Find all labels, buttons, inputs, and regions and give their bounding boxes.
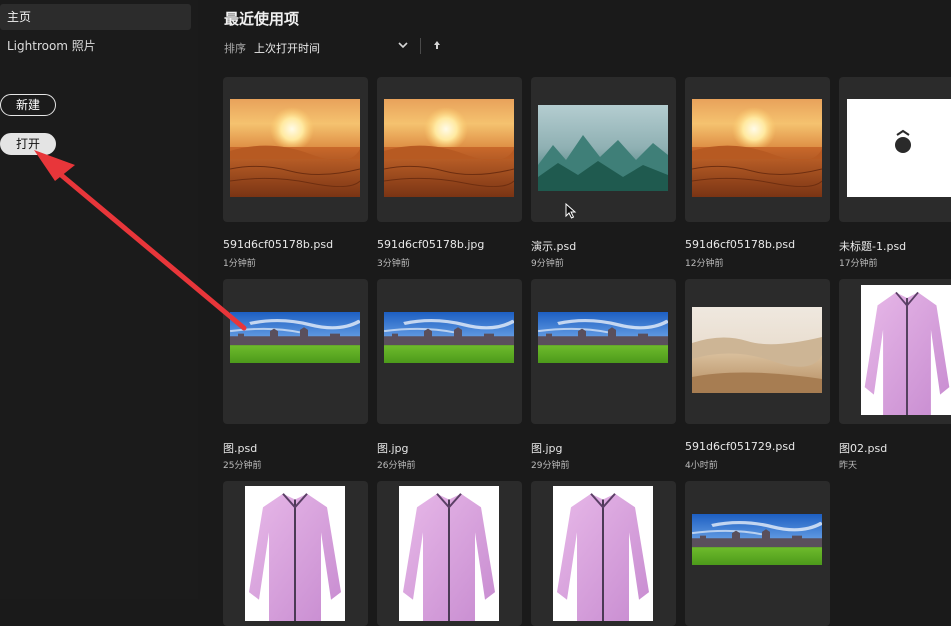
- recent-file-tile[interactable]: [839, 77, 951, 222]
- recent-file-tile[interactable]: [223, 279, 368, 424]
- thumbnail-image: [537, 312, 670, 363]
- recent-file-tile[interactable]: [377, 77, 522, 222]
- file-time: 1分钟前: [223, 259, 256, 269]
- file-time: 12分钟前: [685, 259, 724, 269]
- file-time: 26分钟前: [377, 461, 416, 471]
- sort-label: 排序: [224, 42, 246, 55]
- thumbnail-image: [847, 99, 951, 197]
- thumbnail-image: [383, 99, 515, 197]
- file-name: 未标题-1.psd: [839, 240, 907, 253]
- chevron-down-icon[interactable]: [396, 38, 410, 52]
- open-button[interactable]: 打开: [0, 133, 56, 155]
- open-button-label: 打开: [15, 137, 40, 151]
- sort-select[interactable]: 上次打开时间: [254, 40, 320, 56]
- thumbnail-image: [691, 514, 824, 565]
- mouse-cursor-icon: [565, 203, 577, 219]
- recent-file-tile[interactable]: [531, 279, 676, 424]
- sort-ascending-icon[interactable]: [431, 38, 443, 52]
- recent-file-tile[interactable]: [223, 481, 368, 626]
- file-name: 图.psd: [223, 442, 258, 455]
- sidebar-item-label: Lightroom 照片: [7, 39, 96, 53]
- thumbnail-image: [861, 285, 951, 415]
- thumbnail-image: [692, 307, 822, 393]
- thumbnail-image: [245, 486, 345, 621]
- file-time: 17分钟前: [839, 259, 878, 269]
- file-name: 图.jpg: [531, 442, 563, 455]
- file-time: 9分钟前: [531, 259, 564, 269]
- file-time: 昨天: [839, 461, 858, 471]
- recent-file-tile[interactable]: [377, 481, 522, 626]
- file-name: 591d6cf05178b.jpg: [377, 238, 485, 251]
- thumbnail-image: [399, 486, 499, 621]
- file-name: 图02.psd: [839, 442, 888, 455]
- thumbnail-image: [229, 99, 361, 197]
- file-name: 591d6cf05178b.psd: [223, 238, 334, 251]
- page-title: 最近使用项: [224, 10, 300, 28]
- recent-file-tile[interactable]: [685, 77, 830, 222]
- recent-file-tile[interactable]: [223, 77, 368, 222]
- file-name: 图.jpg: [377, 442, 409, 455]
- file-name: 演示.psd: [531, 240, 577, 253]
- sidebar-item-label: 主页: [7, 10, 32, 24]
- thumbnail-image: [691, 99, 823, 197]
- new-button[interactable]: 新建: [0, 94, 56, 116]
- recent-file-tile[interactable]: [839, 279, 951, 424]
- file-time: 4小时前: [685, 461, 718, 471]
- recent-file-tile[interactable]: [685, 481, 830, 626]
- file-time: 25分钟前: [223, 461, 262, 471]
- file-name: 591d6cf05178b.psd: [685, 238, 796, 251]
- recent-file-tile[interactable]: [531, 481, 676, 626]
- sidebar-item-home[interactable]: 主页: [0, 4, 191, 30]
- sidebar: 主页 Lightroom 照片 新建 打开: [0, 0, 198, 599]
- file-time: 29分钟前: [531, 461, 570, 471]
- new-button-label: 新建: [15, 98, 40, 112]
- recent-file-tile[interactable]: [531, 77, 676, 222]
- file-time: 3分钟前: [377, 259, 410, 269]
- thumbnail-image: [553, 486, 653, 621]
- file-name: 591d6cf051729.psd: [685, 440, 796, 453]
- thumbnail-image: [538, 105, 668, 191]
- recent-file-tile[interactable]: [377, 279, 522, 424]
- thumbnail-image: [383, 312, 516, 363]
- thumbnail-image: [229, 312, 362, 363]
- recent-file-tile[interactable]: [685, 279, 830, 424]
- divider: [420, 38, 421, 54]
- sidebar-item-lightroom[interactable]: Lightroom 照片: [0, 33, 96, 59]
